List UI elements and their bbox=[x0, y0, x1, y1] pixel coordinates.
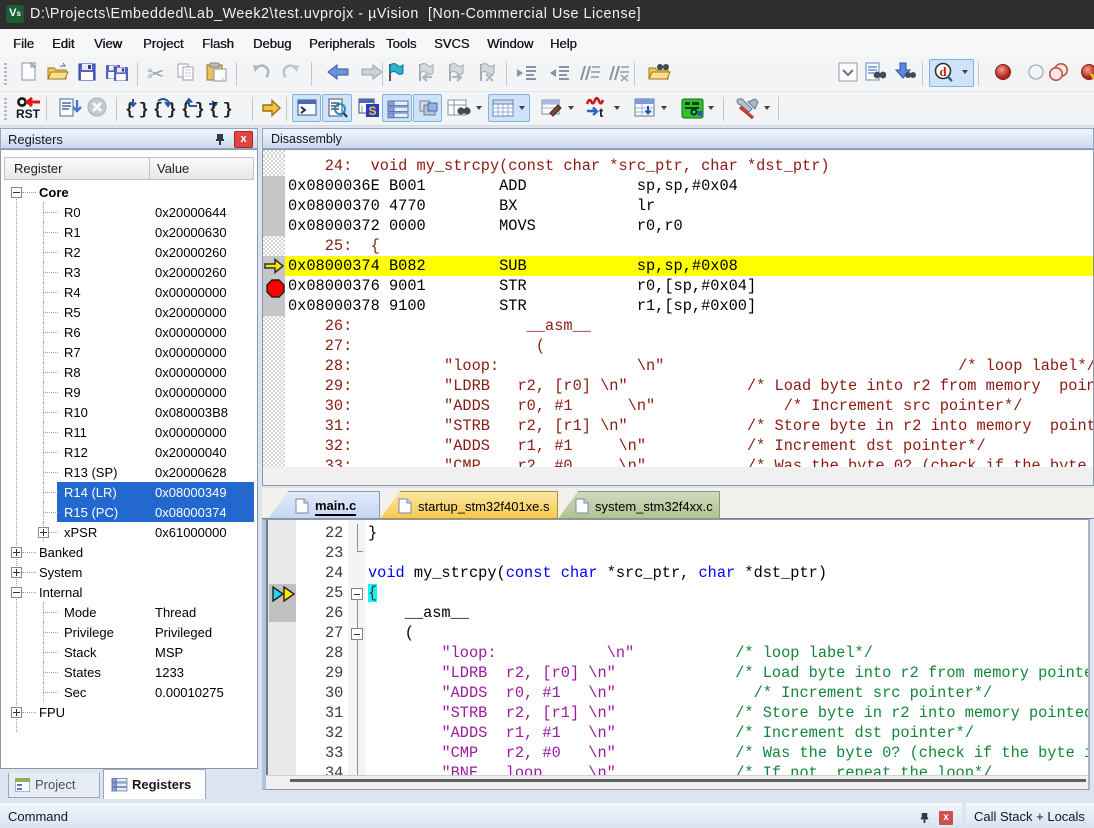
svg-text:{ }: { } bbox=[153, 101, 176, 119]
svg-text:d: d bbox=[939, 64, 947, 79]
svg-text:t: t bbox=[599, 105, 604, 120]
svg-text:{ }: { } bbox=[181, 101, 204, 119]
svg-text:{ }: { } bbox=[209, 101, 232, 119]
svg-text:S: S bbox=[368, 104, 376, 118]
svg-text:RST: RST bbox=[16, 107, 41, 120]
svg-text:{ }: { } bbox=[125, 101, 148, 119]
